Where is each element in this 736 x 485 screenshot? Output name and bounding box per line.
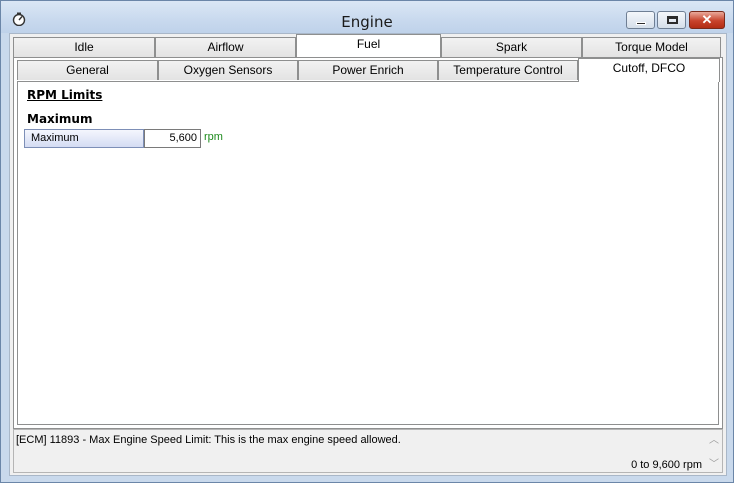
minimize-button[interactable] xyxy=(626,11,655,29)
cutoff-dfco-content: RPM Limits Maximum Maximum 5,600 rpm xyxy=(17,81,719,425)
tab-spark[interactable]: Spark xyxy=(441,37,582,57)
scroll-up-icon[interactable]: ︿ xyxy=(709,436,719,446)
parameter-value-field[interactable]: 5,600 xyxy=(144,129,201,148)
title-bar[interactable]: Engine ✕ xyxy=(1,1,733,33)
tab-temperature-control[interactable]: Temperature Control xyxy=(438,60,578,80)
status-bar: [ECM] 11893 - Max Engine Speed Limit: Th… xyxy=(13,429,723,473)
group-label: Maximum xyxy=(27,112,93,126)
close-icon: ✕ xyxy=(701,12,713,27)
close-button[interactable]: ✕ xyxy=(689,11,725,29)
tab-cutoff-dfco[interactable]: Cutoff, DFCO xyxy=(578,58,720,82)
tab-oxygen-sensors[interactable]: Oxygen Sensors xyxy=(158,60,298,80)
parameter-unit: rpm xyxy=(204,131,223,143)
tab-torque-model[interactable]: Torque Model xyxy=(582,37,721,57)
maximize-button[interactable] xyxy=(657,11,686,29)
status-range: 0 to 9,600 rpm xyxy=(631,459,702,471)
tab-power-enrich[interactable]: Power Enrich xyxy=(298,60,438,80)
tab-airflow[interactable]: Airflow xyxy=(155,37,296,57)
window-title: Engine xyxy=(341,13,393,31)
tab-general[interactable]: General xyxy=(17,60,158,80)
client-area: Idle Airflow Fuel Spark Torque Model Gen… xyxy=(9,33,727,476)
status-description: [ECM] 11893 - Max Engine Speed Limit: Th… xyxy=(16,434,401,446)
tab-idle[interactable]: Idle xyxy=(13,37,155,57)
section-title: RPM Limits xyxy=(27,88,103,102)
engine-window: Engine ✕ Idle Airflow Fuel Spark Torque … xyxy=(0,0,734,483)
parameter-name-button[interactable]: Maximum xyxy=(24,129,144,148)
parameter-row: Maximum 5,600 rpm xyxy=(24,129,223,148)
scroll-down-icon[interactable]: ﹀ xyxy=(709,460,719,470)
tab-fuel[interactable]: Fuel xyxy=(296,34,441,57)
fuel-tab-panel: General Oxygen Sensors Power Enrich Temp… xyxy=(13,57,723,429)
